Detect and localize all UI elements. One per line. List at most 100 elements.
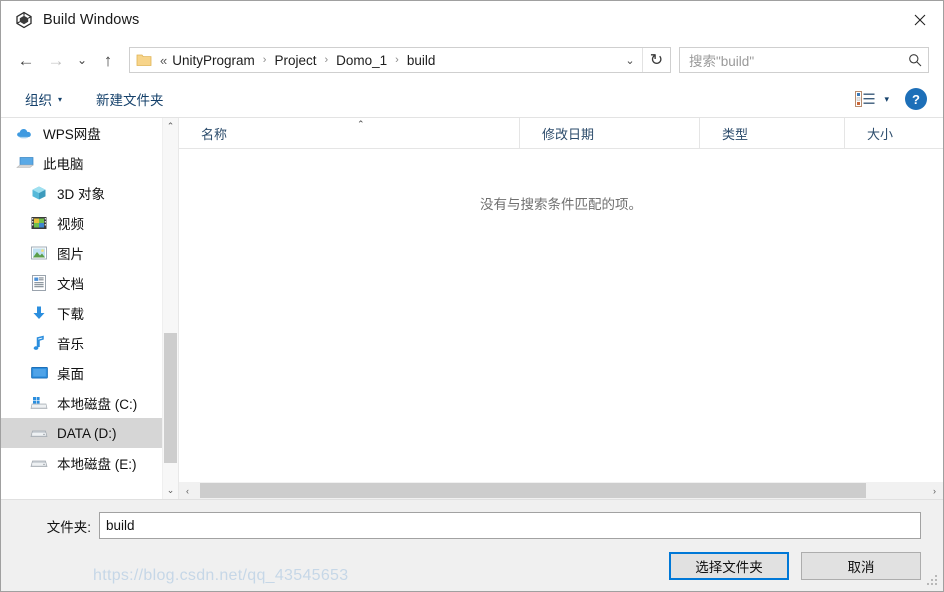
breadcrumb-item-0[interactable]: UnityProgram (171, 53, 256, 68)
sidebar-item-label: 3D 对象 (57, 187, 106, 202)
3d-objects-icon (29, 183, 49, 203)
sidebar-item-label: WPS网盘 (43, 127, 101, 142)
search-input[interactable]: 搜索"build" (680, 50, 902, 70)
sidebar-scrollbar[interactable]: ⌃ ⌄ (162, 118, 178, 499)
sidebar-item-label: 此电脑 (43, 157, 84, 172)
sidebar-item-wps-cloud[interactable]: WPS网盘 (1, 118, 162, 148)
pictures-icon (29, 243, 49, 263)
search-icon[interactable] (902, 53, 928, 67)
folder-icon (136, 53, 152, 67)
dialog-body: WPS网盘 此电脑 3D 对象 视频 图片 文档 下载 音乐 桌面 本地磁盘 (… (1, 117, 943, 499)
recent-locations-chevron-down-icon[interactable]: ⌄ (71, 45, 93, 75)
empty-message: 没有与搜索条件匹配的项。 (480, 197, 642, 212)
breadcrumb-item-2[interactable]: Domo_1 (335, 53, 388, 68)
dialog-footer: 文件夹: 选择文件夹 取消 https://blog.csdn.net/qq_4… (1, 499, 943, 591)
downloads-icon (29, 303, 49, 323)
this-pc-icon (15, 153, 35, 173)
cancel-button[interactable]: 取消 (801, 552, 921, 580)
column-header-name-label: 名称 (201, 126, 228, 142)
title-bar: Build Windows (1, 1, 943, 39)
build-windows-dialog: Build Windows ← → ⌄ ↑ « UnityProgram › P… (0, 0, 944, 592)
sidebar-item-this-pc[interactable]: 此电脑 (1, 148, 162, 178)
view-chevron-down-icon[interactable]: ▾ (884, 94, 889, 105)
search-box[interactable]: 搜索"build" (679, 47, 929, 73)
documents-icon (29, 273, 49, 293)
sidebar-item-label: 视频 (57, 217, 84, 232)
sidebar-item-documents[interactable]: 文档 (1, 268, 162, 298)
sidebar-item-pictures[interactable]: 图片 (1, 238, 162, 268)
sidebar-item-label: DATA (D:) (57, 425, 117, 441)
drive-icon (29, 423, 49, 443)
breadcrumb-separator-2[interactable]: › (388, 54, 406, 66)
file-list-pane: 名称 ⌃ 修改日期 类型 大小 没有与搜索条件匹配的项。 ‹ › (179, 117, 943, 499)
column-header-size[interactable]: 大小 (844, 117, 923, 149)
sidebar-item-label: 图片 (57, 247, 84, 262)
help-button[interactable]: ? (905, 88, 927, 110)
cloud-icon (15, 123, 35, 143)
column-header-name[interactable]: 名称 ⌃ (179, 118, 519, 149)
sidebar-item-local-disk-e[interactable]: 本地磁盘 (E:) (1, 448, 162, 478)
navigation-pane-scroll: WPS网盘 此电脑 3D 对象 视频 图片 文档 下载 音乐 桌面 本地磁盘 (… (1, 118, 162, 499)
sidebar-item-local-disk-c[interactable]: 本地磁盘 (C:) (1, 388, 162, 418)
organize-button[interactable]: 组织 ▾ (19, 85, 68, 113)
folder-row: 文件夹: (23, 512, 921, 539)
sidebar-item-label: 音乐 (57, 337, 84, 352)
new-folder-button[interactable]: 新建文件夹 (90, 85, 170, 113)
breadcrumb-item-3[interactable]: build (406, 53, 437, 68)
address-bar[interactable]: « UnityProgram › Project › Domo_1 › buil… (129, 47, 671, 73)
folder-label: 文件夹: (46, 519, 91, 535)
videos-icon (29, 213, 49, 233)
sidebar-item-music[interactable]: 音乐 (1, 328, 162, 358)
unity-logo-icon (15, 11, 33, 29)
sidebar-item-label: 文档 (57, 277, 84, 292)
navigation-pane: WPS网盘 此电脑 3D 对象 视频 图片 文档 下载 音乐 桌面 本地磁盘 (… (1, 118, 179, 499)
sidebar-item-desktop[interactable]: 桌面 (1, 358, 162, 388)
breadcrumb-item-1[interactable]: Project (273, 53, 317, 68)
view-mode-icon[interactable] (855, 91, 875, 107)
sidebar-scroll-up-button[interactable]: ⌃ (163, 118, 178, 135)
horizontal-scrollbar-thumb[interactable] (200, 483, 866, 498)
folder-name-input[interactable] (99, 512, 921, 539)
breadcrumb-separator-0[interactable]: › (256, 54, 274, 66)
file-list-empty-state: 没有与搜索条件匹配的项。 (179, 149, 943, 482)
sidebar-item-videos[interactable]: 视频 (1, 208, 162, 238)
resize-grip[interactable] (927, 575, 939, 587)
address-chevron-down-icon[interactable]: ⌄ (618, 48, 642, 72)
music-icon (29, 333, 49, 353)
sidebar-item-downloads[interactable]: 下载 (1, 298, 162, 328)
sidebar-scrollbar-thumb[interactable] (164, 333, 177, 463)
breadcrumb-separator-1[interactable]: › (317, 54, 335, 66)
file-list-horizontal-scrollbar[interactable]: ‹ › (179, 482, 943, 499)
select-folder-button[interactable]: 选择文件夹 (669, 552, 789, 580)
back-button[interactable]: ← (11, 45, 41, 75)
close-button[interactable] (897, 1, 943, 39)
chevron-down-icon: ▾ (58, 94, 63, 104)
windows-drive-icon (29, 393, 49, 413)
sidebar-item-label: 下载 (57, 307, 84, 322)
scroll-left-button[interactable]: ‹ (179, 482, 196, 499)
sidebar-item-label: 本地磁盘 (E:) (57, 457, 137, 472)
refresh-icon[interactable]: ↻ (642, 48, 670, 72)
sort-ascending-icon: ⌃ (357, 118, 365, 129)
sidebar-item-label: 本地磁盘 (C:) (57, 397, 138, 412)
button-row: 选择文件夹 取消 (23, 552, 921, 580)
sidebar-item-label: 桌面 (57, 367, 84, 382)
up-button[interactable]: ↑ (93, 45, 123, 75)
column-header-date-modified[interactable]: 修改日期 (519, 117, 699, 149)
sidebar-item-data-d[interactable]: DATA (D:) (1, 418, 162, 448)
command-toolbar: 组织 ▾ 新建文件夹 ▾ ? (1, 81, 943, 118)
breadcrumb-ellipsis[interactable]: « (159, 53, 171, 68)
sidebar-scroll-down-button[interactable]: ⌄ (163, 482, 178, 499)
horizontal-scroll-track[interactable] (196, 482, 926, 499)
organize-label: 组织 (25, 93, 52, 108)
drive-icon (29, 453, 49, 473)
column-header-type[interactable]: 类型 (699, 117, 844, 149)
desktop-icon (29, 363, 49, 383)
window-title: Build Windows (43, 12, 140, 28)
navigation-bar: ← → ⌄ ↑ « UnityProgram › Project › Domo_… (1, 39, 943, 81)
column-headers: 名称 ⌃ 修改日期 类型 大小 (179, 117, 943, 149)
scroll-right-button[interactable]: › (926, 482, 943, 499)
breadcrumb: « UnityProgram › Project › Domo_1 › buil… (159, 53, 618, 68)
sidebar-item-3d-objects[interactable]: 3D 对象 (1, 178, 162, 208)
forward-button[interactable]: → (41, 45, 71, 75)
